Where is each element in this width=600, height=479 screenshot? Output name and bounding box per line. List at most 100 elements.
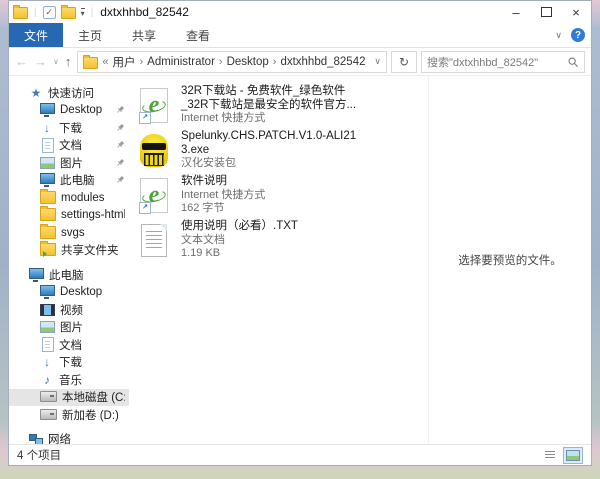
breadcrumb-item-administrator[interactable]: Administrator	[147, 56, 215, 68]
sidebar-item-shared-folder[interactable]: 共享文件夹	[9, 242, 129, 260]
sidebar-item-pictures-pinned[interactable]: 图片	[9, 154, 129, 172]
window-folder-icon	[13, 7, 28, 19]
file-text: 软件说明 Internet 快捷方式 162 字节	[181, 175, 265, 216]
sidebar-item-modules[interactable]: modules	[9, 189, 129, 207]
close-button[interactable]: ×	[561, 1, 591, 23]
disk-icon	[40, 409, 57, 420]
pin-icon	[115, 105, 125, 115]
breadcrumb-item-users[interactable]: 用户	[112, 54, 135, 70]
breadcrumb[interactable]: « 用户 › Administrator › Desktop › dxtxhhb…	[77, 51, 387, 73]
sidebar-item-thispc-pinned[interactable]: 此电脑	[9, 172, 129, 190]
up-icon[interactable]: ↑	[65, 54, 72, 69]
sidebar-item-thispc[interactable]: 此电脑	[9, 266, 129, 284]
pin-icon	[115, 175, 125, 185]
search-box[interactable]: 搜索"dxtxhhbd_82542"	[421, 51, 585, 73]
ribbon-tabs: 文件 主页 共享 查看 ∨ ?	[9, 23, 591, 48]
window-controls: – ×	[501, 1, 591, 23]
monitor-icon	[40, 285, 55, 296]
sidebar-item-downloads[interactable]: ↓ 下载	[9, 354, 129, 372]
chevron-right-icon: ›	[139, 56, 143, 68]
shortcut-arrow-icon: ↗	[139, 112, 151, 124]
breadcrumb-item-current[interactable]: dxtxhhbd_82542	[280, 56, 365, 68]
tab-view[interactable]: 查看	[171, 23, 225, 47]
sidebar-gap	[9, 259, 129, 266]
divider: |	[34, 7, 37, 18]
file-item-32r-shortcut[interactable]: e ↗ 32R下载站 - 免费软件_绿色软件 _32R下载站是最安全的软件官方.…	[129, 85, 428, 129]
folder-icon	[40, 226, 56, 239]
tab-home[interactable]: 主页	[63, 23, 117, 47]
download-arrow-icon: ↓	[40, 356, 54, 368]
video-icon	[40, 304, 55, 316]
computer-icon	[40, 173, 55, 184]
forward-icon[interactable]: →	[34, 54, 47, 69]
sidebar-item-new-volume-d[interactable]: 新加卷 (D:)	[9, 406, 129, 424]
items-count: 4 个项目	[17, 447, 61, 463]
titlebar: | ✓ ▾ | dxtxhhbd_82542 – ×	[9, 1, 591, 23]
file-name: 使用说明（必看）.TXT	[181, 220, 298, 234]
file-item-spelunky-patch-exe[interactable]: Spelunky.CHS.PATCH.V1.0-ALI21 3.exe 汉化安装…	[129, 130, 428, 174]
document-icon	[42, 138, 54, 153]
file-type: Internet 快捷方式	[181, 189, 265, 203]
help-icon[interactable]: ?	[571, 28, 585, 42]
search-icon[interactable]	[567, 56, 579, 68]
search-placeholder: 搜索"dxtxhhbd_82542"	[427, 54, 563, 70]
file-type: 文本文档	[181, 234, 298, 248]
file-size: 162 字节	[181, 202, 265, 216]
sidebar-item-quick-access[interactable]: ★ 快速访问	[9, 84, 129, 102]
download-arrow-icon: ↓	[40, 122, 54, 134]
file-size: 1.19 KB	[181, 247, 298, 261]
new-folder-icon[interactable]	[61, 7, 76, 19]
file-text: Spelunky.CHS.PATCH.V1.0-ALI21 3.exe 汉化安装…	[181, 130, 356, 171]
refresh-button[interactable]: ↻	[391, 51, 417, 73]
sidebar-item-desktop[interactable]: Desktop	[9, 284, 129, 302]
disk-icon	[40, 391, 57, 402]
file-item-software-notes[interactable]: e ↗ 软件说明 Internet 快捷方式 162 字节	[129, 175, 428, 219]
document-icon	[42, 337, 54, 352]
breadcrumb-overflow-icon[interactable]: «	[102, 56, 108, 68]
file-text: 32R下载站 - 免费软件_绿色软件 _32R下载站是最安全的软件官方... I…	[181, 85, 356, 126]
view-toggle-buttons	[540, 447, 583, 464]
sidebar-item-svgs[interactable]: svgs	[9, 224, 129, 242]
sidebar-item-downloads-pinned[interactable]: ↓ 下载	[9, 119, 129, 137]
quick-access-toolbar: | ✓ ▾ |	[13, 5, 94, 19]
sidebar-item-documents[interactable]: 文档	[9, 336, 129, 354]
minimize-button[interactable]: –	[501, 1, 531, 23]
expand-ribbon-icon[interactable]: ∨	[555, 30, 562, 41]
file-type: Internet 快捷方式	[181, 112, 356, 126]
details-view-icon	[545, 451, 555, 460]
sidebar-item-desktop-pinned[interactable]: Desktop	[9, 102, 129, 120]
details-view-button[interactable]	[540, 447, 560, 464]
breadcrumb-item-desktop[interactable]: Desktop	[227, 56, 269, 68]
maximize-button[interactable]	[531, 1, 561, 23]
sidebar-item-network[interactable]: 网络	[9, 431, 129, 445]
properties-icon[interactable]: ✓	[43, 6, 56, 19]
tab-file[interactable]: 文件	[9, 23, 63, 47]
folder-icon	[40, 208, 56, 221]
maximize-icon	[541, 7, 552, 17]
tab-share[interactable]: 共享	[117, 23, 171, 47]
file-name: 32R下载站 - 免费软件_绿色软件	[181, 85, 356, 99]
customize-qat-dropdown-icon[interactable]: ▾	[81, 8, 85, 17]
sidebar-item-documents-pinned[interactable]: 文档	[9, 137, 129, 155]
sidebar-item-local-disk-c[interactable]: 本地磁盘 (C:)	[9, 389, 129, 407]
file-item-readme-txt[interactable]: 使用说明（必看）.TXT 文本文档 1.19 KB	[129, 220, 428, 264]
address-dropdown-icon[interactable]: ∨	[374, 56, 381, 67]
chevron-right-icon: ›	[273, 56, 277, 68]
large-icons-view-button[interactable]	[563, 447, 583, 464]
sidebar-item-videos[interactable]: 视频	[9, 301, 129, 319]
sidebar-item-pictures[interactable]: 图片	[9, 319, 129, 337]
sidebar-item-settings-html[interactable]: settings-html	[9, 207, 129, 225]
pictures-icon	[40, 157, 55, 169]
file-name: 3.exe	[181, 144, 356, 158]
file-type: 汉化安装包	[181, 157, 356, 171]
sidebar-item-music[interactable]: ♪ 音乐	[9, 371, 129, 389]
file-list: e ↗ 32R下载站 - 免费软件_绿色软件 _32R下载站是最安全的软件官方.…	[129, 76, 428, 444]
file-name: 软件说明	[181, 175, 265, 189]
folder-icon	[40, 191, 56, 204]
back-icon[interactable]: ←	[15, 54, 28, 69]
recent-locations-dropdown-icon[interactable]: ∨	[53, 57, 59, 66]
thumbnail-view-icon	[566, 450, 580, 461]
pin-icon	[115, 123, 125, 133]
monitor-icon	[40, 103, 55, 114]
skull-exe-icon	[137, 130, 171, 170]
